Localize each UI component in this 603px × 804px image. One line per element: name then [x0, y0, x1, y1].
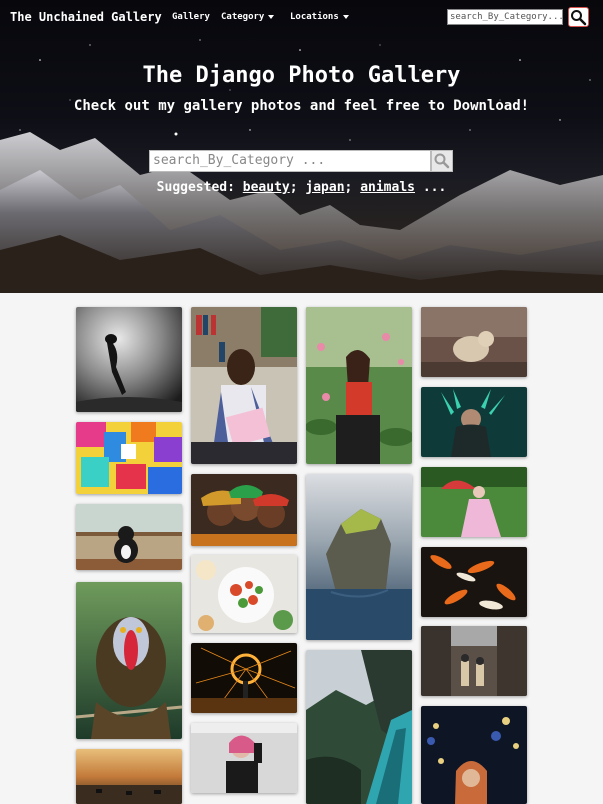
steel-wool-fire-photo[interactable]	[191, 643, 297, 713]
colorful-abstract-photo[interactable]	[76, 422, 182, 494]
woman-lotus-pond-photo[interactable]	[306, 307, 412, 464]
mountain-night-background	[0, 39, 603, 293]
hero-subtitle: Check out my gallery photos and feel fre…	[73, 98, 530, 114]
suggested-tags: Suggested: beauty; japan; animals ...	[0, 180, 603, 195]
train-forest-photo[interactable]	[306, 650, 412, 804]
navbar: The Unchained Gallery Gallery Category L…	[0, 0, 603, 36]
woman-reading-photo[interactable]	[191, 307, 297, 464]
hero-banner: The Unchained Gallery Gallery Category L…	[0, 0, 603, 293]
headdress-portrait-photo[interactable]	[421, 387, 527, 457]
mandrill-photo[interactable]	[76, 582, 182, 739]
nav-dropdown-locations-label: Locations	[290, 12, 339, 22]
suggested-label: Suggested:	[156, 180, 235, 195]
caret-down-icon	[268, 14, 275, 19]
koi-fish-photo[interactable]	[421, 547, 527, 617]
search-icon	[434, 153, 450, 169]
cat-at-window-photo[interactable]	[76, 504, 182, 570]
search-icon	[571, 10, 587, 26]
dog-misty-photo[interactable]	[421, 307, 527, 377]
suggest-link-animals[interactable]: animals	[360, 180, 415, 195]
nav-dropdown-locations[interactable]: Locations	[290, 12, 349, 22]
nav-search-input[interactable]: search_By_Category...	[447, 9, 563, 25]
suggest-link-beauty[interactable]: beauty	[243, 180, 290, 195]
girl-umbrella-photo[interactable]	[421, 467, 527, 537]
caret-down-icon	[342, 14, 349, 19]
japan-street-photo[interactable]	[421, 626, 527, 696]
hero-title: The Django Photo Gallery	[142, 63, 461, 88]
food-plate-photo[interactable]	[191, 555, 297, 633]
nav-link-gallery[interactable]: Gallery	[172, 12, 210, 22]
sea-cliff-island-photo[interactable]	[306, 474, 412, 640]
hero-search-input[interactable]: search_By_Category ...	[149, 150, 431, 172]
brand-logo-text[interactable]: The Unchained Gallery	[10, 10, 162, 24]
suggest-separator: ;	[289, 180, 298, 195]
woman-night-city-photo[interactable]	[421, 706, 527, 804]
savanna-sunset-photo[interactable]	[76, 749, 182, 804]
hero-search-button[interactable]	[431, 150, 453, 172]
nav-dropdown-category[interactable]: Category	[221, 12, 275, 22]
three-women-portrait-photo[interactable]	[191, 474, 297, 546]
nav-search-button[interactable]	[568, 7, 589, 27]
woman-pink-hair-photo[interactable]	[191, 723, 297, 793]
suggest-link-japan[interactable]: japan	[305, 180, 344, 195]
suggest-separator: ;	[344, 180, 353, 195]
suggest-ellipsis: ...	[422, 180, 447, 195]
diver-underwater-photo[interactable]	[76, 307, 182, 412]
nav-dropdown-category-label: Category	[221, 12, 265, 22]
